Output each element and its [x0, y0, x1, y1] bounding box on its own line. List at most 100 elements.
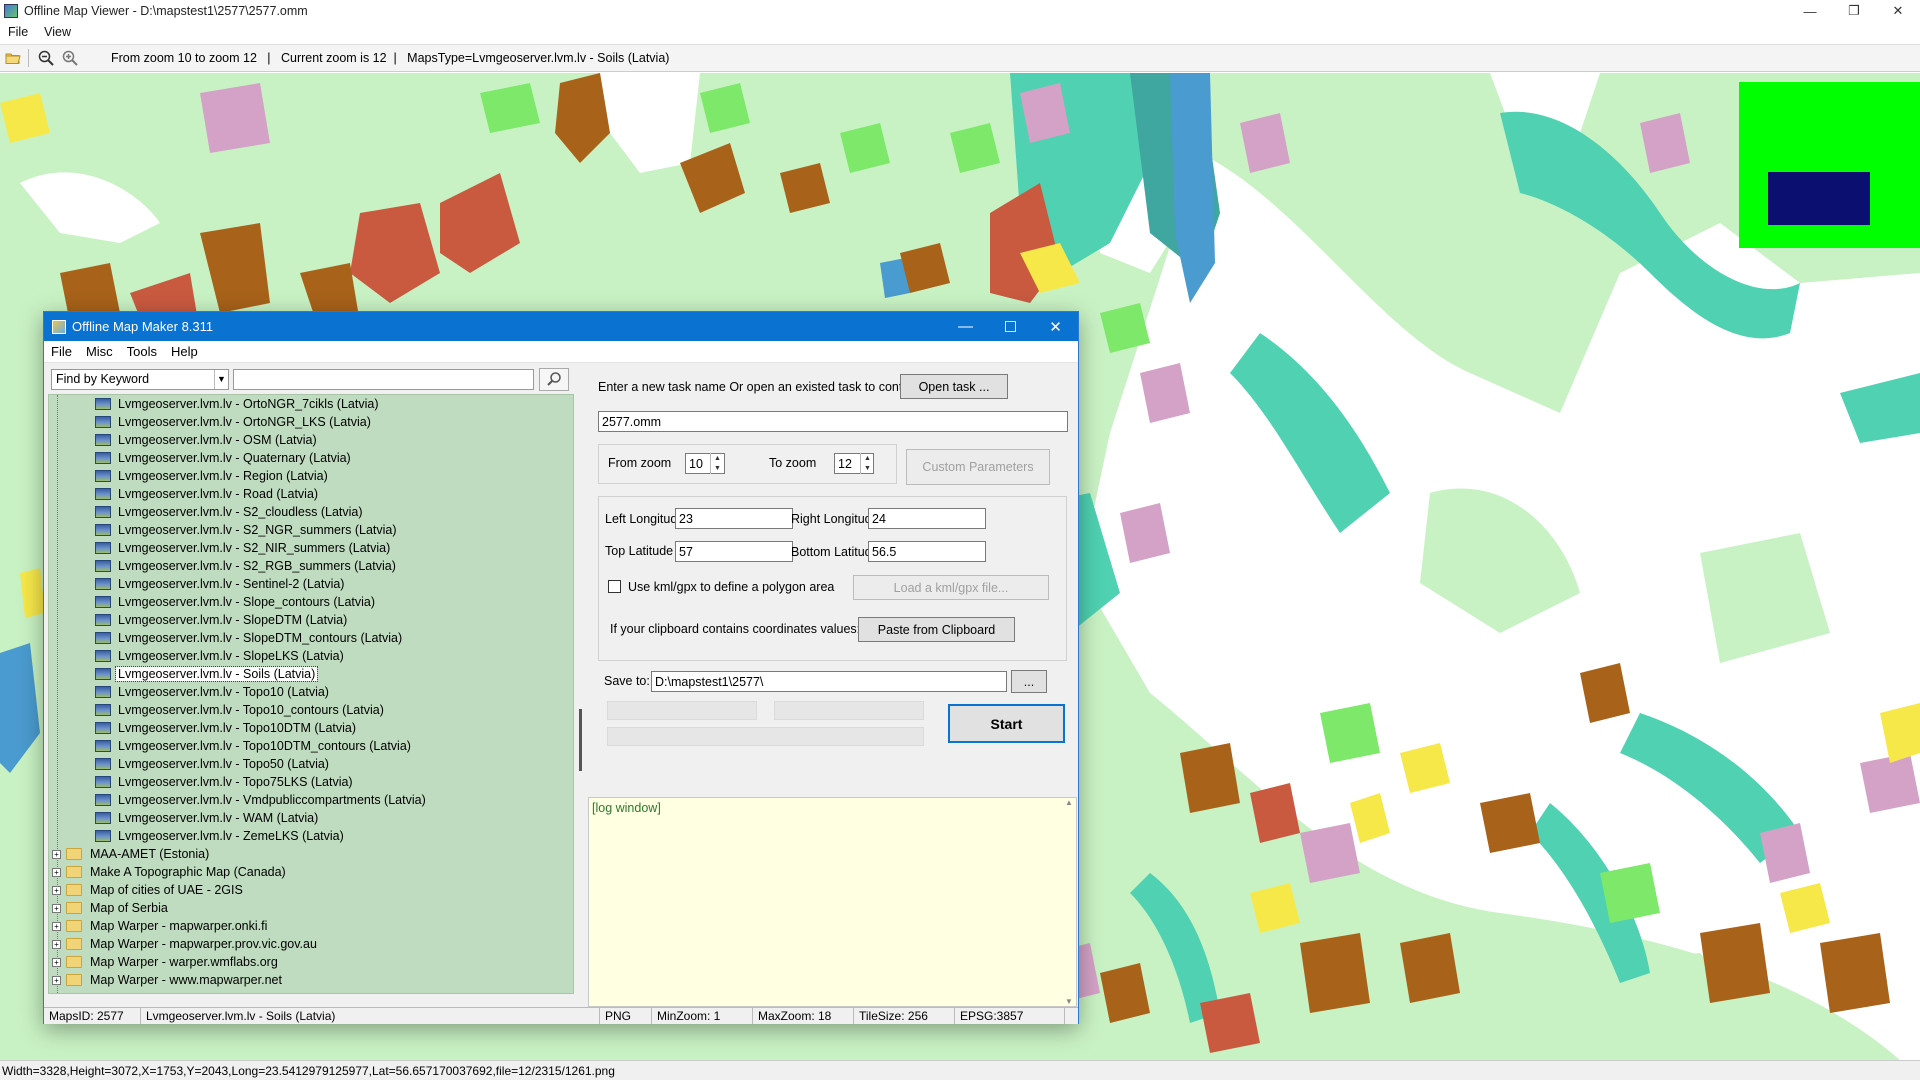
- dialog-window-controls: — ☐ ✕: [943, 312, 1078, 341]
- spin-up-icon[interactable]: ▲: [861, 453, 874, 464]
- chevron-down-icon[interactable]: ▼: [214, 369, 228, 389]
- tree-item[interactable]: Lvmgeoserver.lvm.lv - SlopeDTM (Latvia): [49, 611, 573, 629]
- tree-item[interactable]: Lvmgeoserver.lvm.lv - Topo10 (Latvia): [49, 683, 573, 701]
- expand-plus-icon[interactable]: +: [52, 975, 61, 985]
- expand-plus-icon[interactable]: +: [52, 867, 61, 877]
- tree-item[interactable]: Lvmgeoserver.lvm.lv - Road (Latvia): [49, 485, 573, 503]
- search-mode-select[interactable]: Find by Keyword ▼: [51, 368, 229, 390]
- scroll-up-icon[interactable]: ▲: [1065, 798, 1073, 807]
- tree-folder[interactable]: + Map of cities of UAE - 2GIS: [49, 881, 573, 899]
- viewer-menu-file[interactable]: File: [0, 25, 36, 39]
- spin-down-icon[interactable]: ▼: [861, 464, 874, 475]
- from-zoom-spinner[interactable]: ▲ ▼: [710, 453, 724, 474]
- open-task-button[interactable]: Open task ...: [900, 374, 1008, 399]
- left-longitude-input[interactable]: [675, 508, 793, 529]
- tree-folder[interactable]: + Map Warper - mapwarper.prov.vic.gov.au: [49, 935, 573, 953]
- dialog-app-icon: [52, 319, 66, 334]
- to-zoom-label: To zoom: [769, 456, 817, 470]
- restore-icon[interactable]: ❐: [1832, 0, 1876, 22]
- spin-down-icon[interactable]: ▼: [711, 464, 724, 475]
- tree-item[interactable]: Lvmgeoserver.lvm.lv - WAM (Latvia): [49, 809, 573, 827]
- close-icon[interactable]: ✕: [1033, 312, 1078, 341]
- viewer-menu-view[interactable]: View: [36, 25, 79, 39]
- right-longitude-input[interactable]: [868, 508, 986, 529]
- tree-item[interactable]: Lvmgeoserver.lvm.lv - Topo75LKS (Latvia): [49, 773, 573, 791]
- menu-file[interactable]: File: [44, 344, 79, 359]
- task-name-input[interactable]: [598, 411, 1068, 432]
- expand-plus-icon[interactable]: +: [52, 921, 61, 931]
- tree-folder[interactable]: + Map Warper - www.mapwarper.net: [49, 971, 573, 989]
- log-window[interactable]: [log window] ▲ ▼: [588, 797, 1077, 1007]
- dialog-title-bar[interactable]: Offline Map Maker 8.311 — ☐ ✕: [44, 312, 1078, 341]
- menu-tools[interactable]: Tools: [120, 344, 164, 359]
- tree-item[interactable]: Lvmgeoserver.lvm.lv - SlopeLKS (Latvia): [49, 647, 573, 665]
- paste-clipboard-button[interactable]: Paste from Clipboard: [858, 617, 1015, 642]
- log-scrollbar[interactable]: ▲ ▼: [1062, 798, 1076, 1006]
- tree-folder[interactable]: + Map of Serbia: [49, 899, 573, 917]
- tree-item[interactable]: Lvmgeoserver.lvm.lv - OrtoNGR_LKS (Latvi…: [49, 413, 573, 431]
- minimize-icon[interactable]: —: [943, 312, 988, 341]
- expand-plus-icon[interactable]: +: [52, 957, 61, 967]
- tree-scrollbar-thumb[interactable]: [579, 709, 582, 771]
- tree-item[interactable]: Lvmgeoserver.lvm.lv - OSM (Latvia): [49, 431, 573, 449]
- spin-up-icon[interactable]: ▲: [711, 453, 724, 464]
- tree-item[interactable]: Lvmgeoserver.lvm.lv - Topo50 (Latvia): [49, 755, 573, 773]
- close-icon[interactable]: ✕: [1876, 0, 1920, 22]
- tree-item[interactable]: Lvmgeoserver.lvm.lv - OrtoNGR_7cikls (La…: [49, 395, 573, 413]
- tree-item[interactable]: Lvmgeoserver.lvm.lv - S2_cloudless (Latv…: [49, 503, 573, 521]
- folder-icon: [66, 974, 82, 986]
- scroll-down-icon[interactable]: ▼: [1065, 997, 1073, 1006]
- overview-minimap[interactable]: [1739, 82, 1920, 248]
- overview-viewport-rect[interactable]: [1768, 172, 1870, 225]
- map-layer-icon: [95, 596, 111, 608]
- zoom-out-icon[interactable]: [35, 47, 57, 69]
- tree-item[interactable]: Lvmgeoserver.lvm.lv - Topo10DTM_contours…: [49, 737, 573, 755]
- map-layer-icon: [95, 506, 111, 518]
- open-folder-icon[interactable]: [2, 47, 24, 69]
- tree-item[interactable]: Lvmgeoserver.lvm.lv - Vmdpubliccompartme…: [49, 791, 573, 809]
- tree-folder[interactable]: + Map Warper - warper.wmflabs.org: [49, 953, 573, 971]
- tree-item[interactable]: Lvmgeoserver.lvm.lv - S2_NGR_summers (La…: [49, 521, 573, 539]
- tree-item[interactable]: Lvmgeoserver.lvm.lv - S2_RGB_summers (La…: [49, 557, 573, 575]
- expand-plus-icon[interactable]: +: [52, 939, 61, 949]
- folder-icon: [66, 920, 82, 932]
- search-input[interactable]: [233, 368, 534, 390]
- tree-item[interactable]: Lvmgeoserver.lvm.lv - Slope_contours (La…: [49, 593, 573, 611]
- to-zoom-spinner[interactable]: ▲ ▼: [860, 453, 874, 474]
- maximize-icon[interactable]: ☐: [988, 312, 1033, 341]
- map-source-tree[interactable]: Lvmgeoserver.lvm.lv - OrtoNGR_7cikls (La…: [48, 394, 574, 994]
- zoom-in-icon[interactable]: [59, 47, 81, 69]
- expand-plus-icon[interactable]: +: [52, 903, 61, 913]
- browse-button[interactable]: ...: [1011, 670, 1047, 693]
- tree-item[interactable]: Lvmgeoserver.lvm.lv - Region (Latvia): [49, 467, 573, 485]
- minimize-icon[interactable]: —: [1788, 0, 1832, 22]
- load-kml-button[interactable]: Load a kml/gpx file...: [853, 575, 1049, 600]
- tree-item[interactable]: Lvmgeoserver.lvm.lv - ZemeLKS (Latvia): [49, 827, 573, 845]
- kml-polygon-checkbox[interactable]: [608, 580, 621, 593]
- tree-item[interactable]: Lvmgeoserver.lvm.lv - Topo10_contours (L…: [49, 701, 573, 719]
- tree-item[interactable]: Lvmgeoserver.lvm.lv - SlopeDTM_contours …: [49, 629, 573, 647]
- expand-plus-icon[interactable]: +: [52, 849, 61, 859]
- tree-item[interactable]: Lvmgeoserver.lvm.lv - Quaternary (Latvia…: [49, 449, 573, 467]
- map-layer-icon: [95, 830, 111, 842]
- custom-parameters-button[interactable]: Custom Parameters: [906, 449, 1050, 485]
- tree-folder[interactable]: + Make A Topographic Map (Canada): [49, 863, 573, 881]
- menu-misc[interactable]: Misc: [79, 344, 120, 359]
- tree-item[interactable]: Lvmgeoserver.lvm.lv - Sentinel-2 (Latvia…: [49, 575, 573, 593]
- zoom-info-text: From zoom 10 to zoom 12 | Current zoom i…: [111, 51, 670, 65]
- save-path-input[interactable]: [651, 671, 1007, 692]
- tree-folder[interactable]: + MAA-AMET (Estonia): [49, 845, 573, 863]
- tree-item[interactable]: Lvmgeoserver.lvm.lv - Topo10DTM (Latvia): [49, 719, 573, 737]
- search-button[interactable]: [539, 367, 569, 391]
- start-button[interactable]: Start: [948, 704, 1065, 743]
- tree-folder[interactable]: + Map Warper - mapwarper.onki.fi: [49, 917, 573, 935]
- tree-item[interactable]: Lvmgeoserver.lvm.lv - Soils (Latvia): [49, 665, 573, 683]
- top-latitude-input[interactable]: [675, 541, 793, 562]
- tree-item-label: Lvmgeoserver.lvm.lv - Topo10_contours (L…: [118, 703, 384, 717]
- tree-item-label: Lvmgeoserver.lvm.lv - S2_cloudless (Latv…: [118, 505, 363, 519]
- expand-plus-icon[interactable]: +: [52, 885, 61, 895]
- tree-item[interactable]: Lvmgeoserver.lvm.lv - S2_NIR_summers (La…: [49, 539, 573, 557]
- menu-help[interactable]: Help: [164, 344, 205, 359]
- task-settings-pane: Enter a new task name Or open an existed…: [588, 364, 1077, 1007]
- bottom-latitude-input[interactable]: [868, 541, 986, 562]
